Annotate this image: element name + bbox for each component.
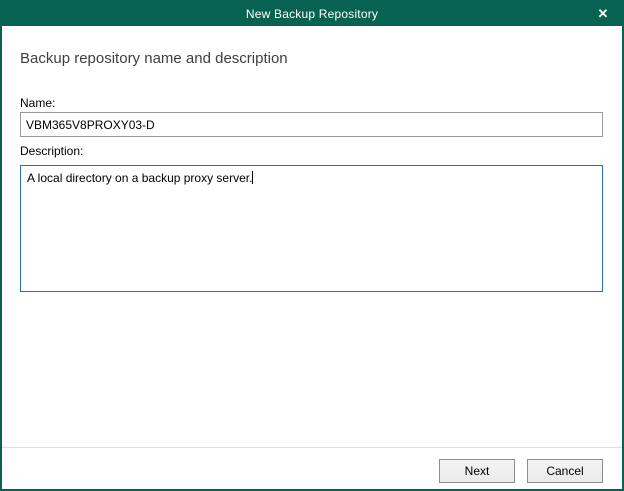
page-title: Backup repository name and description bbox=[20, 50, 288, 67]
footer-divider bbox=[2, 447, 622, 448]
description-label: Description: bbox=[20, 144, 83, 158]
name-label: Name: bbox=[20, 96, 55, 110]
close-icon[interactable]: ✕ bbox=[584, 2, 622, 26]
description-text: A local directory on a backup proxy serv… bbox=[27, 171, 252, 185]
titlebar: New Backup Repository ✕ bbox=[2, 2, 622, 26]
description-textarea[interactable]: A local directory on a backup proxy serv… bbox=[20, 165, 603, 292]
cancel-button[interactable]: Cancel bbox=[527, 459, 603, 483]
text-caret bbox=[252, 171, 253, 184]
window-title: New Backup Repository bbox=[246, 7, 378, 21]
name-input[interactable] bbox=[20, 112, 603, 137]
next-button[interactable]: Next bbox=[439, 459, 515, 483]
new-backup-repository-dialog: New Backup Repository ✕ Backup repositor… bbox=[0, 0, 624, 491]
